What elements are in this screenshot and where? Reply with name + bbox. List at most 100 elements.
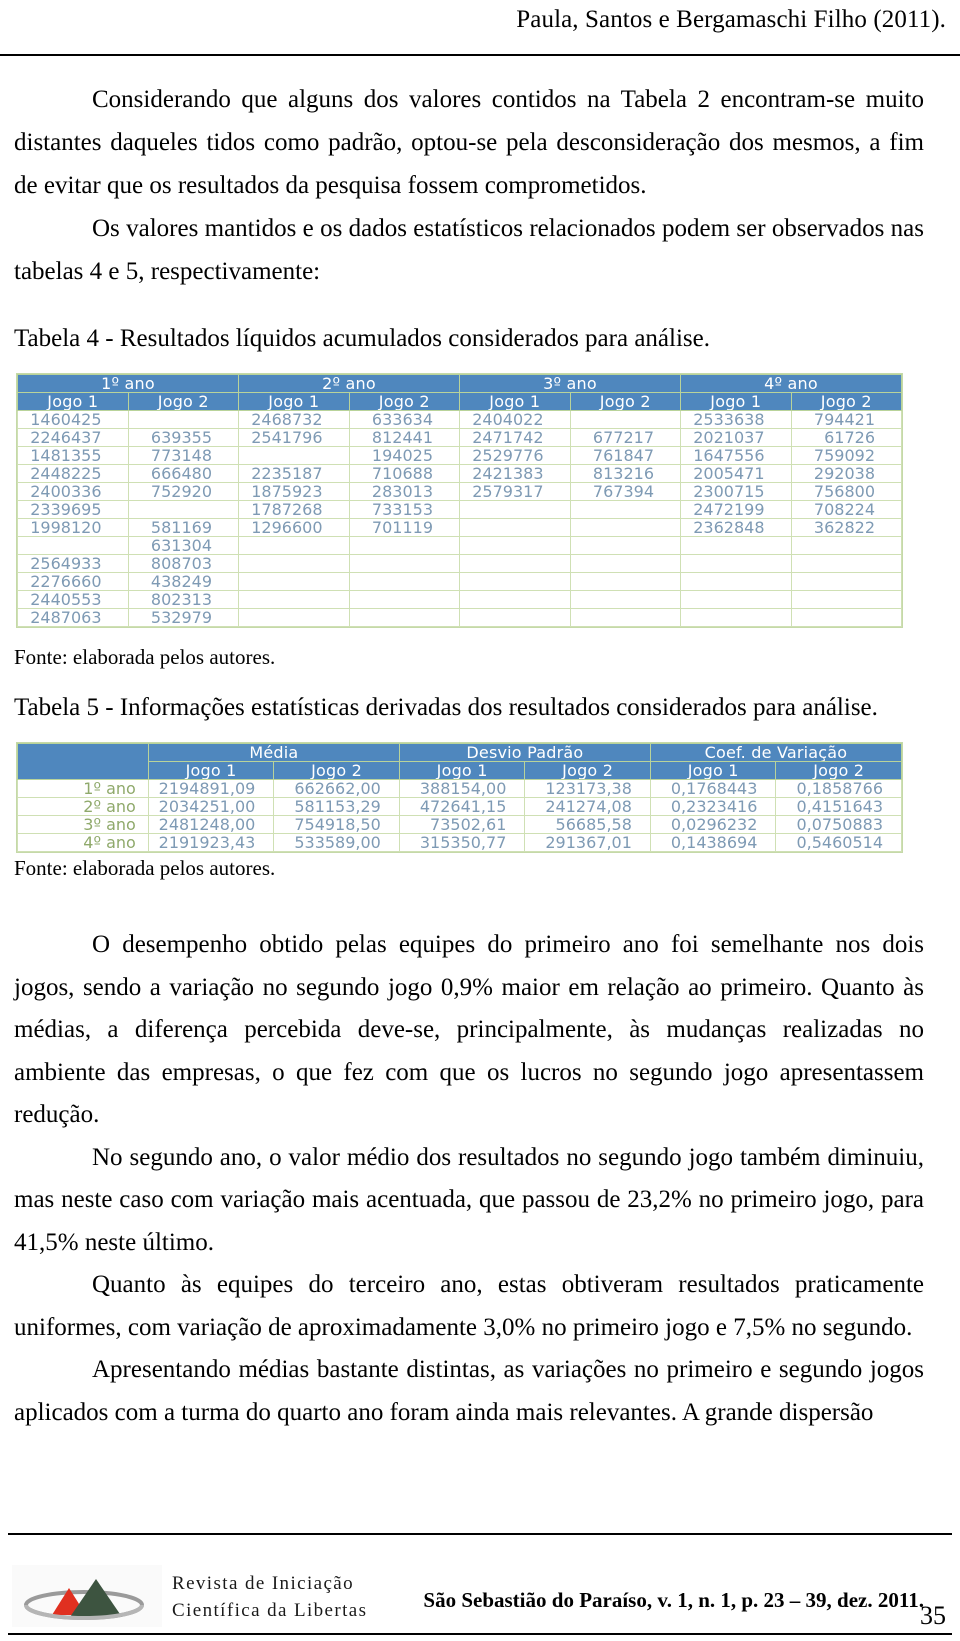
table4-container: 1º ano 2º ano 3º ano 4º ano Jogo 1 Jogo … (16, 373, 903, 628)
table-row: 1481355 773148 194025 2529776 761847 1647556 7… (17, 446, 902, 465)
journal-name-line2: Científica da Libertas (172, 1600, 368, 1622)
table4-cell (680, 536, 792, 555)
table4-cell (459, 536, 571, 555)
table4-group-header-3: 3º ano (459, 374, 681, 393)
table4-sub-header-2: Jogo 2 (127, 392, 239, 411)
table5-cell: 0,0750883 (775, 814, 902, 834)
table4-cell (238, 554, 350, 573)
table-row: 2276660 438249 (17, 572, 902, 591)
table4-cell (459, 518, 571, 537)
table4-cell: 708224 (790, 500, 902, 519)
table4-cell (790, 536, 902, 555)
table4-cell (569, 590, 681, 609)
table4-cell (569, 500, 681, 519)
table5-sub-header-6: Jogo 2 (775, 760, 902, 780)
journal-name: Revista de Iniciação Científica da Liber… (172, 1570, 367, 1627)
table4-cell (569, 518, 681, 537)
table4-cell (790, 554, 902, 573)
table5-cell: 241274,08 (524, 796, 651, 816)
table5-sub-header-5: Jogo 1 (649, 760, 777, 780)
table4-body: 1460425 2468732 633634 2404022 2533638 794421… (17, 410, 902, 627)
table5-sub-header-2: Jogo 2 (273, 760, 400, 780)
table5-cell: 0,1438694 (649, 832, 777, 852)
table4-cell (348, 608, 460, 627)
table4-cell: 2421383 (459, 464, 571, 483)
table4-cell: 639355 (127, 428, 239, 447)
table4-cell (127, 410, 239, 429)
page-number: 35 (920, 1601, 946, 1630)
table4-cell: 1296600 (238, 518, 350, 537)
table4-cell: 2362848 (680, 518, 792, 537)
table-row: 2448225 666480 2235187 710688 2421383 813216 2… (17, 464, 902, 483)
table4-cell: 2246437 (17, 428, 129, 447)
table4-cell: 532979 (127, 608, 239, 627)
table-row: 3º ano 2481248,00 754918,50 73502,61 56685,5… (17, 814, 902, 834)
table4-cell: 2448225 (17, 464, 129, 483)
table5-cell: 581153,29 (273, 796, 400, 816)
table5-cell: 0,0296232 (649, 814, 777, 834)
table4-cell (459, 590, 571, 609)
table5: Média Desvio Padrão Coef. de Variação Jo… (17, 742, 903, 852)
table-row: 4º ano 2191923,43 533589,00 315350,77 291367… (17, 832, 902, 852)
table4-cell: 438249 (127, 572, 239, 591)
table4-cell: 1460425 (17, 410, 129, 429)
table5-cell: 56685,58 (524, 814, 651, 834)
table4-cell (459, 500, 571, 519)
table4-cell (680, 590, 792, 609)
table4-cell (459, 608, 571, 627)
table4-cell (348, 554, 460, 573)
table4-group-header-4: 4º ano (680, 374, 902, 393)
table5-cell: 291367,01 (524, 832, 651, 852)
issue-citation: São Sebastião do Paraíso, v. 1, n. 1, p.… (423, 1588, 924, 1612)
table4-cell (790, 572, 902, 591)
mountain-logo-icon (12, 1565, 162, 1627)
table4-cell (238, 572, 350, 591)
table4-cell (348, 536, 460, 555)
table4-cell: 2400336 (17, 482, 129, 501)
table5-cell: 388154,00 (398, 778, 526, 798)
table5-group-header-media: Média (147, 742, 400, 762)
table4-cell (569, 410, 681, 429)
table4-cell: 1875923 (238, 482, 350, 501)
table4-cell: 2529776 (459, 446, 571, 465)
table4-cell: 2404022 (459, 410, 571, 429)
table4-cell: 666480 (127, 464, 239, 483)
table4-sub-header-1: Jogo 1 (17, 392, 129, 411)
table5-row-label: 2º ano (17, 796, 149, 816)
table4-cell: 194025 (348, 446, 460, 465)
table-row: 631304 (17, 536, 902, 555)
footer-rule-top (8, 1533, 952, 1535)
table4-cell: 1787268 (238, 500, 350, 519)
table4-cell: 2300715 (680, 482, 792, 501)
table4-cell: 2541796 (238, 428, 350, 447)
table5-corner-cell (17, 742, 149, 780)
table5-sub-header-row: Jogo 1 Jogo 2 Jogo 1 Jogo 2 Jogo 1 Jogo … (18, 760, 902, 780)
table-row: 2487063 532979 (17, 608, 902, 627)
table4-cell (569, 572, 681, 591)
table4-cell: 677217 (569, 428, 681, 447)
table5-cell: 472641,15 (398, 796, 526, 816)
table5-container: Média Desvio Padrão Coef. de Variação Jo… (16, 741, 903, 853)
running-head-text: Paula, Santos e Bergamaschi Filho (2011)… (516, 6, 946, 33)
table4-cell (569, 608, 681, 627)
table4-cell (348, 572, 460, 591)
table4-cell: 1481355 (17, 446, 129, 465)
table4-cell (348, 590, 460, 609)
table-row: 2440553 802313 (17, 590, 902, 609)
table5-cell: 533589,00 (273, 832, 400, 852)
table5-cell: 2194891,09 (147, 778, 275, 798)
table5-row-label: 4º ano (17, 832, 149, 852)
table4-cell: 710688 (348, 464, 460, 483)
table4-cell: 1647556 (680, 446, 792, 465)
table4-sub-header-5: Jogo 1 (459, 392, 571, 411)
table-row: 2º ano 2034251,00 581153,29 472641,15 241274… (17, 796, 902, 816)
table4-group-header-2: 2º ano (238, 374, 460, 393)
table5-cell: 73502,61 (398, 814, 526, 834)
table5-cell: 123173,38 (524, 778, 651, 798)
table4-cell (127, 500, 239, 519)
table4-cell: 2487063 (17, 608, 129, 627)
table4-cell: 761847 (569, 446, 681, 465)
table4-cell: 773148 (127, 446, 239, 465)
